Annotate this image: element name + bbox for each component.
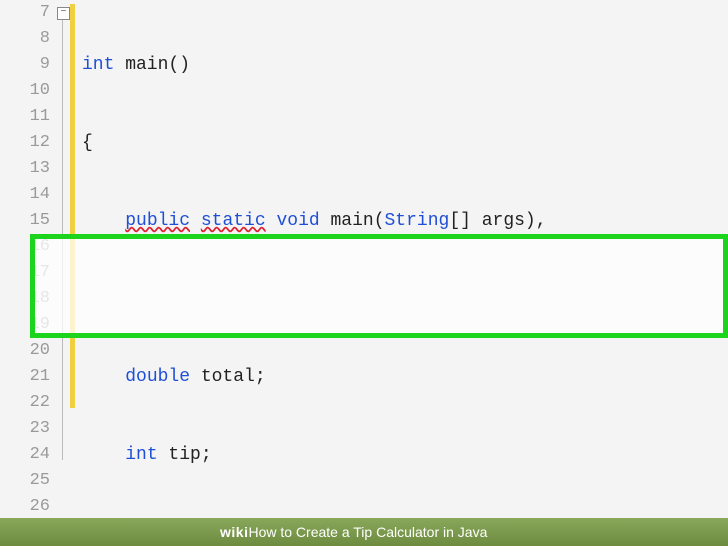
- code-line: {: [82, 130, 728, 156]
- line-number: 13: [0, 156, 50, 182]
- line-number: 8: [0, 26, 50, 52]
- line-number: 26: [0, 494, 50, 520]
- line-number: 21: [0, 364, 50, 390]
- line-number: 10: [0, 78, 50, 104]
- line-number: 19: [0, 312, 50, 338]
- footer-banner: wikiHow to Create a Tip Calculator in Ja…: [0, 518, 728, 546]
- line-number: 22: [0, 390, 50, 416]
- line-number: 11: [0, 104, 50, 130]
- line-number: 25: [0, 468, 50, 494]
- code-line: public static void main(String[] args),: [82, 208, 728, 234]
- line-number: 7: [0, 0, 50, 26]
- code-line: [82, 286, 728, 312]
- line-number: 24: [0, 442, 50, 468]
- brand-label: wiki: [220, 524, 248, 540]
- line-number-gutter: 7 8 9 10 11 12 13 14 15 16 17 18 19 20 2…: [0, 0, 56, 546]
- article-title: How to Create a Tip Calculator in Java: [248, 524, 487, 540]
- line-number: 17: [0, 260, 50, 286]
- code-line: int main(): [82, 52, 728, 78]
- line-number: 23: [0, 416, 50, 442]
- code-line: double total;: [82, 364, 728, 390]
- line-number: 14: [0, 182, 50, 208]
- line-number: 15: [0, 208, 50, 234]
- code-editor[interactable]: 7 8 9 10 11 12 13 14 15 16 17 18 19 20 2…: [0, 0, 728, 546]
- fold-column: −: [56, 0, 70, 546]
- fold-guide: [62, 20, 63, 460]
- line-number: 12: [0, 130, 50, 156]
- change-marker: [70, 4, 75, 408]
- line-number: 16: [0, 234, 50, 260]
- line-number: 18: [0, 286, 50, 312]
- code-line: int tip;: [82, 442, 728, 468]
- code-area[interactable]: int main() { public static void main(Str…: [82, 0, 728, 546]
- line-number: 9: [0, 52, 50, 78]
- fold-toggle-icon[interactable]: −: [57, 7, 70, 20]
- line-number: 20: [0, 338, 50, 364]
